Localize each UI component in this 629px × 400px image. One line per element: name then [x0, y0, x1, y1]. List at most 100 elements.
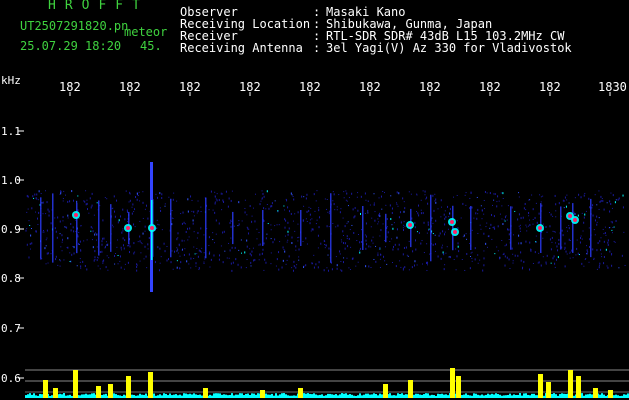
noise-speckle	[622, 206, 624, 209]
histogram-base-bar	[101, 395, 103, 398]
histogram-base-bar	[405, 394, 407, 398]
noise-speckle	[284, 209, 286, 211]
noise-speckle	[591, 207, 593, 209]
histogram-base-bar	[257, 393, 259, 398]
x-tick-label: 182	[479, 80, 501, 94]
noise-speckle	[357, 233, 359, 235]
noise-speckle	[246, 214, 248, 216]
histogram-base-bar	[211, 395, 213, 398]
noise-speckle	[343, 242, 345, 245]
noise-speckle	[188, 253, 190, 256]
noise-speckle	[73, 246, 75, 249]
noise-speckle	[189, 227, 191, 230]
noise-speckle	[59, 259, 61, 261]
noise-speckle	[592, 214, 594, 217]
noise-speckle	[460, 217, 462, 219]
noise-speckle	[61, 234, 63, 237]
noise-speckle	[389, 204, 391, 207]
noise-speckle	[278, 224, 280, 226]
noise-speckle	[359, 249, 361, 251]
histogram-base-bar	[487, 393, 489, 398]
noise-speckle	[214, 195, 216, 198]
noise-speckle	[532, 208, 534, 211]
noise-speckle	[600, 248, 602, 251]
noise-speckle	[317, 234, 319, 237]
noise-speckle	[392, 227, 394, 230]
noise-speckle	[84, 265, 86, 268]
noise-speckle	[69, 260, 71, 262]
noise-speckle	[457, 227, 459, 230]
noise-speckle	[477, 208, 479, 211]
noise-speckle	[71, 190, 73, 193]
noise-speckle	[86, 239, 88, 241]
noise-speckle	[67, 214, 69, 217]
noise-speckle	[142, 191, 144, 193]
noise-speckle	[470, 191, 472, 194]
noise-speckle	[288, 227, 290, 230]
noise-speckle	[31, 207, 33, 210]
noise-speckle	[359, 241, 361, 244]
noise-speckle	[483, 250, 485, 252]
noise-speckle	[528, 225, 530, 227]
noise-speckle	[161, 193, 163, 196]
noise-speckle	[134, 226, 136, 228]
histogram-base-bar	[27, 394, 29, 398]
noise-speckle	[40, 258, 42, 260]
noise-speckle	[117, 254, 119, 256]
noise-speckle	[505, 243, 507, 246]
noise-speckle	[237, 263, 239, 266]
noise-speckle	[622, 194, 624, 197]
noise-speckle	[354, 215, 356, 218]
histogram-base-bar	[87, 394, 89, 398]
noise-speckle	[494, 193, 496, 196]
noise-speckle	[455, 269, 457, 271]
noise-speckle	[366, 243, 368, 246]
noise-speckle	[584, 192, 586, 194]
noise-speckle	[586, 249, 588, 252]
noise-speckle	[542, 223, 544, 225]
noise-speckle	[444, 210, 446, 212]
histogram-base-bar	[599, 394, 601, 398]
noise-speckle	[603, 233, 605, 235]
noise-speckle	[381, 208, 383, 210]
noise-speckle	[64, 194, 66, 196]
noise-speckle	[359, 212, 361, 215]
noise-speckle	[553, 255, 555, 258]
noise-speckle	[607, 241, 609, 244]
noise-speckle	[592, 204, 594, 207]
noise-speckle	[603, 240, 605, 243]
noise-speckle	[96, 246, 98, 248]
noise-speckle	[315, 263, 317, 266]
noise-speckle	[596, 268, 598, 270]
histogram-base-bar	[217, 393, 219, 398]
histogram-base-bar	[219, 393, 221, 398]
noise-speckle	[157, 196, 159, 199]
noise-speckle	[173, 192, 175, 194]
noise-speckle	[446, 246, 448, 248]
noise-speckle	[601, 198, 603, 200]
noise-speckle	[172, 198, 174, 201]
noise-speckle	[266, 233, 268, 235]
noise-speckle	[276, 224, 278, 226]
histogram-base-bar	[61, 394, 63, 398]
noise-speckle	[564, 248, 566, 250]
noise-speckle	[187, 227, 189, 230]
histogram-base-bar	[439, 394, 441, 398]
noise-speckle	[483, 199, 485, 201]
noise-speckle	[123, 268, 125, 270]
noise-speckle	[402, 268, 404, 271]
noise-speckle	[585, 210, 587, 212]
noise-speckle	[391, 224, 393, 226]
noise-speckle	[263, 207, 265, 210]
histogram-bar	[383, 384, 388, 398]
noise-speckle	[72, 245, 74, 247]
noise-speckle	[384, 246, 386, 248]
noise-speckle	[97, 265, 99, 267]
noise-speckle	[122, 230, 124, 232]
noise-speckle	[426, 264, 428, 266]
noise-speckle	[79, 261, 81, 263]
noise-speckle	[483, 264, 485, 267]
histogram-bar	[538, 374, 543, 398]
noise-speckle	[256, 228, 258, 230]
noise-speckle	[596, 215, 598, 218]
